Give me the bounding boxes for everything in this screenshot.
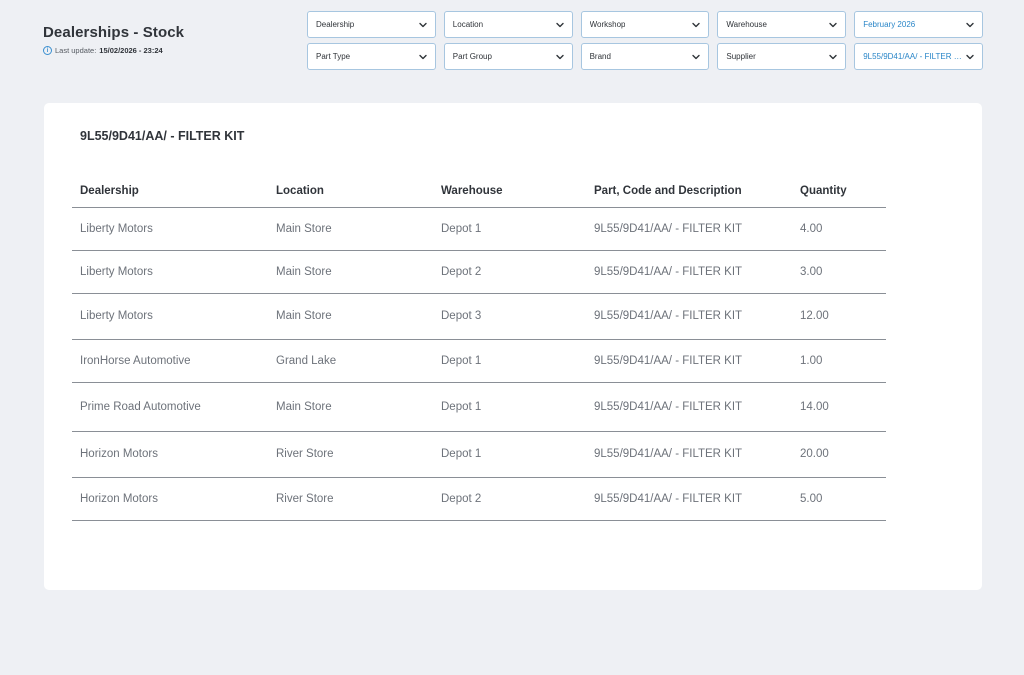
cell-warehouse: Depot 1: [433, 207, 586, 251]
cell-location: River Store: [268, 477, 433, 521]
page-header: Dealerships - Stock i Last update: 15/02…: [43, 24, 184, 55]
cell-quantity: 20.00: [792, 431, 886, 478]
filter-workshop[interactable]: Workshop: [580, 11, 710, 38]
column-header-location[interactable]: Location: [268, 175, 433, 208]
filter-label: Workshop: [589, 20, 626, 29]
cell-location: Main Store: [268, 207, 433, 251]
cell-dealership: Liberty Motors: [72, 293, 268, 340]
cell-location: Main Store: [268, 293, 433, 340]
filter-supplier[interactable]: Supplier: [717, 43, 847, 70]
filter-row-2: Part Type Part Group Brand Supplier 9L55…: [307, 43, 983, 70]
cell-location: Main Store: [268, 382, 433, 432]
cell-dealership: Horizon Motors: [72, 477, 268, 521]
filter-part-type[interactable]: Part Type: [307, 43, 436, 70]
cell-quantity: 3.00: [792, 250, 886, 294]
filter-label: Part Type: [316, 52, 351, 61]
filter-period[interactable]: February 2026: [854, 11, 983, 38]
cell-warehouse: Depot 1: [433, 339, 586, 383]
table-row: Liberty Motors Main Store Depot 1 9L55/9…: [72, 207, 886, 251]
table-row: Horizon Motors River Store Depot 2 9L55/…: [72, 477, 886, 521]
table-row: Liberty Motors Main Store Depot 3 9L55/9…: [72, 293, 886, 340]
column-header-quantity[interactable]: Quantity: [792, 175, 886, 208]
info-icon: i: [43, 46, 52, 55]
cell-location: Grand Lake: [268, 339, 433, 383]
chevron-down-icon: [419, 54, 427, 59]
last-update: i Last update: 15/02/2026 - 23:24: [43, 46, 184, 55]
cell-warehouse: Depot 3: [433, 293, 586, 340]
filter-bar: Dealership Location Workshop Warehouse F…: [307, 11, 983, 75]
cell-quantity: 5.00: [792, 477, 886, 521]
column-header-dealership[interactable]: Dealership: [72, 175, 268, 208]
cell-dealership: IronHorse Automotive: [72, 339, 268, 383]
table-header-row: Dealership Location Warehouse Part, Code…: [72, 175, 886, 208]
cell-dealership: Liberty Motors: [72, 250, 268, 294]
cell-warehouse: Depot 1: [433, 431, 586, 478]
filter-label: Dealership: [316, 20, 355, 29]
chevron-down-icon: [692, 22, 701, 27]
filter-label: Brand: [589, 52, 611, 61]
chevron-down-icon: [966, 22, 974, 27]
filter-warehouse[interactable]: Warehouse: [717, 11, 847, 38]
column-header-warehouse[interactable]: Warehouse: [433, 175, 586, 208]
filter-row-1: Dealership Location Workshop Warehouse F…: [307, 11, 983, 38]
chevron-down-icon: [555, 22, 564, 27]
cell-dealership: Prime Road Automotive: [72, 382, 268, 432]
table-row: IronHorse Automotive Grand Lake Depot 1 …: [72, 339, 886, 383]
cell-dealership: Horizon Motors: [72, 431, 268, 478]
cell-location: River Store: [268, 431, 433, 478]
cell-location: Main Store: [268, 250, 433, 294]
cell-quantity: 4.00: [792, 207, 886, 251]
filter-part-group[interactable]: Part Group: [443, 43, 573, 70]
cell-warehouse: Depot 2: [433, 250, 586, 294]
filter-dealership[interactable]: Dealership: [307, 11, 436, 38]
cell-part: 9L55/9D41/AA/ - FILTER KIT: [586, 293, 792, 340]
filter-label: 9L55/9D41/AA/ - FILTER KIT: [863, 52, 964, 61]
cell-warehouse: Depot 1: [433, 382, 586, 432]
cell-part: 9L55/9D41/AA/ - FILTER KIT: [586, 382, 792, 432]
table-row: Liberty Motors Main Store Depot 2 9L55/9…: [72, 250, 886, 294]
filter-location[interactable]: Location: [443, 11, 573, 38]
cell-quantity: 14.00: [792, 382, 886, 432]
filter-part[interactable]: 9L55/9D41/AA/ - FILTER KIT: [854, 43, 983, 70]
table-row: Prime Road Automotive Main Store Depot 1…: [72, 382, 886, 432]
cell-part: 9L55/9D41/AA/ - FILTER KIT: [586, 477, 792, 521]
chevron-down-icon: [419, 22, 427, 27]
chevron-down-icon: [966, 54, 974, 59]
chevron-down-icon: [692, 54, 701, 59]
last-update-value: 15/02/2026 - 23:24: [99, 46, 163, 55]
cell-quantity: 1.00: [792, 339, 886, 383]
cell-part: 9L55/9D41/AA/ - FILTER KIT: [586, 250, 792, 294]
page: Dealerships - Stock i Last update: 15/02…: [0, 0, 1024, 675]
column-header-part[interactable]: Part, Code and Description: [586, 175, 792, 208]
filter-label: February 2026: [863, 20, 916, 29]
chevron-down-icon: [555, 54, 564, 59]
table-row: Horizon Motors River Store Depot 1 9L55/…: [72, 431, 886, 478]
cell-part: 9L55/9D41/AA/ - FILTER KIT: [586, 339, 792, 383]
page-title: Dealerships - Stock: [43, 24, 185, 41]
chevron-down-icon: [829, 54, 837, 59]
cell-part: 9L55/9D41/AA/ - FILTER KIT: [586, 431, 792, 478]
chevron-down-icon: [829, 22, 837, 27]
filter-label: Location: [452, 20, 484, 29]
filter-brand[interactable]: Brand: [580, 43, 710, 70]
stock-table: Dealership Location Warehouse Part, Code…: [72, 175, 886, 521]
filter-label: Part Group: [452, 52, 492, 61]
cell-part: 9L55/9D41/AA/ - FILTER KIT: [586, 207, 792, 251]
cell-quantity: 12.00: [792, 293, 886, 340]
card-title: 9L55/9D41/AA/ - FILTER KIT: [80, 129, 245, 143]
filter-label: Supplier: [726, 52, 756, 61]
cell-dealership: Liberty Motors: [72, 207, 268, 251]
last-update-label: Last update:: [55, 46, 97, 55]
cell-warehouse: Depot 2: [433, 477, 586, 521]
filter-label: Warehouse: [726, 20, 768, 29]
stock-card: 9L55/9D41/AA/ - FILTER KIT Dealership Lo…: [44, 103, 982, 590]
